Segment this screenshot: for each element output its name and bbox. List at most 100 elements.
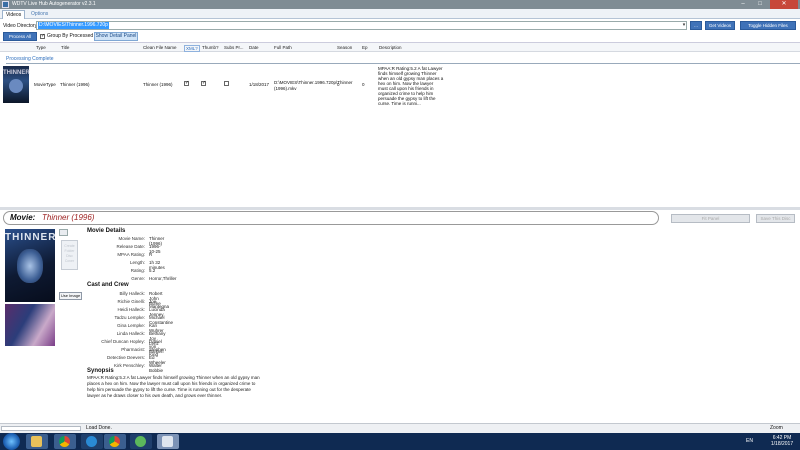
chevron-down-icon[interactable]: ▾ — [681, 22, 687, 29]
tab-strip — [0, 9, 800, 19]
synopsis-text: MPAA:R Rating:5.2 A fat Lawyer finds him… — [87, 375, 260, 398]
poster-title: THINNER — [5, 232, 55, 243]
cast-role: Linda Halleck: — [116, 331, 145, 336]
panel-splitter[interactable] — [0, 207, 800, 210]
app-icon — [2, 1, 9, 8]
chrome-icon — [109, 436, 120, 447]
group-header[interactable]: Processing Complete — [6, 56, 54, 62]
clock-date: 1/18/2017 — [770, 441, 794, 447]
fanart-image — [5, 304, 55, 346]
detail-value: 5.2 — [149, 268, 156, 273]
xml-checkbox[interactable]: ✓ — [184, 81, 189, 86]
detail-label: Release Date: — [116, 244, 145, 249]
browse-button[interactable]: … — [690, 21, 702, 30]
column-thumb[interactable]: Thumb? — [202, 45, 219, 50]
toggle-hidden-button[interactable]: Toggle Hidden Files — [740, 21, 796, 30]
cast-role: Richie Ginelli: — [117, 299, 145, 304]
language-indicator[interactable]: EN — [746, 438, 753, 444]
column-subs[interactable]: Subs Pr... — [224, 45, 244, 50]
directory-value: D:\MOVIES\Thinner.1996.720p — [38, 22, 109, 29]
folder-icon — [31, 436, 42, 447]
thumb-checkbox[interactable]: ✓ — [201, 81, 206, 86]
synopsis-heading: Synopsis — [87, 368, 114, 374]
column-ep[interactable]: Ep — [362, 45, 368, 50]
row-thumbnail-title: THINNER — [3, 70, 30, 76]
column-type[interactable]: Type — [36, 45, 46, 50]
taskbar-chrome[interactable] — [54, 434, 76, 449]
progress-bar — [1, 426, 81, 431]
cell-title[interactable]: Thinner (1996) — [60, 82, 90, 87]
detail-label: Genre: — [131, 276, 145, 281]
poster-face — [9, 79, 23, 93]
tab-videos[interactable]: Videos — [2, 10, 26, 19]
movie-header-bar — [3, 211, 659, 225]
cast-role: Chief Duncan Hopley: — [101, 339, 145, 344]
column-clean-file-name[interactable]: Clean File Name — [143, 45, 177, 50]
column-season[interactable]: Season — [337, 45, 352, 50]
minimize-icon[interactable]: – — [735, 0, 751, 9]
clock[interactable]: 6:42 PM 1/18/2017 — [768, 435, 796, 447]
group-by-checkbox[interactable]: ✓ — [40, 33, 45, 39]
chrome-icon — [59, 436, 70, 447]
fit-panel-button[interactable]: Fit Panel — [671, 214, 750, 223]
zoom-control[interactable]: Zoom — [770, 425, 783, 431]
app-icon — [162, 436, 173, 447]
poster-image: THINNER — [5, 229, 55, 302]
cast-heading: Cast and Crew — [87, 282, 129, 288]
group-by-label: Group By Processed — [47, 33, 94, 39]
column-full-path[interactable]: Full Path — [274, 45, 292, 50]
use-image-button[interactable]: Use Image — [59, 292, 82, 300]
group-divider — [6, 63, 800, 64]
taskbar-ie[interactable] — [81, 434, 103, 449]
cast-role: Billy Halleck: — [119, 291, 145, 296]
column-title[interactable]: Title — [61, 45, 69, 50]
detail-label: Movie Name: — [118, 236, 145, 241]
movie-details-heading: Movie Details — [87, 228, 126, 234]
cast-role: Heidi Halleck: — [117, 307, 145, 312]
detail-label: MPAA Rating: — [117, 252, 145, 257]
taskbar-torrent[interactable] — [130, 434, 152, 449]
ie-icon — [86, 436, 97, 447]
cell-full-path[interactable]: D:\MOVIES\Thinner.1996.720p\Thinner (199… — [274, 80, 353, 92]
taskbar-explorer[interactable] — [26, 434, 48, 449]
movie-label: Movie: — [10, 213, 36, 222]
directory-label: Video Directory — [3, 23, 38, 29]
browse-image-button[interactable] — [59, 229, 68, 236]
directory-input[interactable]: D:\MOVIES\Thinner.1996.720p — [36, 21, 687, 30]
status-bar — [0, 423, 800, 433]
taskbar-chrome-2[interactable] — [104, 434, 126, 449]
cast-role: Gina Lempke: — [116, 323, 145, 328]
detail-label: Rating: — [130, 268, 145, 273]
column-date[interactable]: Date — [249, 45, 259, 50]
status-text: Load Done. — [86, 425, 112, 431]
cell-description[interactable]: MPAA:R Rating:5.2 A fat Lawyer finds him… — [378, 66, 444, 106]
show-detail-panel-button[interactable]: Show Detail Panel — [94, 32, 138, 41]
detail-value: Horror,Thriller — [149, 276, 177, 281]
save-button[interactable]: Save This Disc — [756, 214, 795, 223]
subs-checkbox[interactable] — [224, 81, 229, 86]
close-icon[interactable]: ✕ — [770, 0, 798, 9]
cell-date[interactable]: 1/18/2017 — [249, 82, 269, 87]
create-folder-cover-button[interactable]: Create Folder Disc Cover — [61, 240, 78, 270]
taskbar-app[interactable] — [157, 434, 179, 449]
cell-ep[interactable]: 0 — [362, 82, 365, 87]
detail-value: R — [149, 252, 153, 257]
window-title: WDTV Live Hub Autogenerator v2.3.1 — [12, 1, 96, 7]
cast-role: Detective Deevers: — [106, 355, 145, 360]
column-xml[interactable]: XML? — [184, 45, 200, 52]
cell-clean-file-name[interactable]: Thinner (1996) — [143, 82, 173, 87]
get-videos-button[interactable]: Get Videos — [705, 21, 735, 30]
cell-type[interactable]: MovieType — [34, 82, 56, 87]
poster-face — [17, 249, 43, 283]
detail-label: Length: — [129, 260, 145, 265]
start-button[interactable] — [3, 433, 20, 450]
row-thumbnail[interactable]: THINNER — [3, 66, 30, 103]
group-by-processed[interactable]: ✓ Group By Processed — [40, 33, 93, 39]
cast-role: Tadzu Lempke: — [114, 315, 145, 320]
process-all-button[interactable]: Process All — [3, 32, 37, 41]
cast-role: Pharmacist: — [121, 347, 145, 352]
cell-season[interactable]: 0 — [337, 82, 340, 87]
tab-options[interactable]: Options — [28, 10, 51, 19]
maximize-icon[interactable]: □ — [752, 0, 768, 9]
column-description[interactable]: Description — [379, 45, 402, 50]
